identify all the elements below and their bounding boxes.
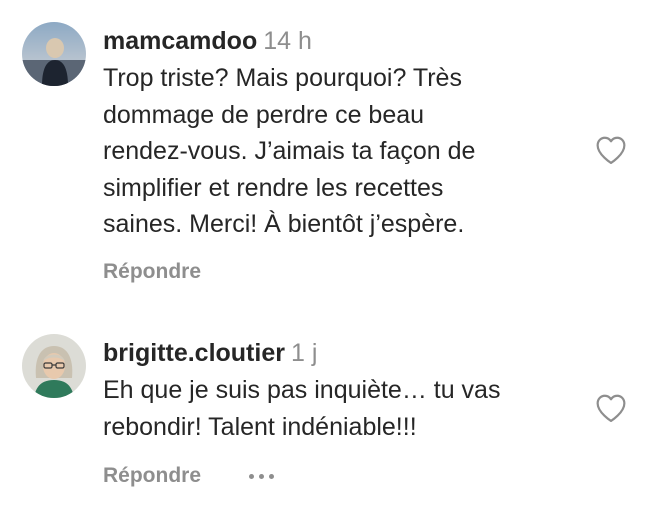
avatar-mamcamdoo[interactable]	[22, 22, 86, 86]
reply-button[interactable]: Répondre	[103, 464, 201, 488]
comment-timestamp[interactable]: 1 j	[291, 339, 317, 367]
comment-timestamp[interactable]: 14 h	[263, 27, 312, 55]
more-options-icon[interactable]	[247, 468, 276, 485]
comment-line: Eh que je suis pas inquiète… tu vas	[103, 376, 501, 404]
comment-text: Eh que je suis pas inquiète… tu vas rebo…	[103, 372, 573, 445]
avatar-brigitte-cloutier[interactable]	[22, 334, 86, 398]
comment-username[interactable]: mamcamdoo	[103, 27, 257, 55]
comment-line: rebondir! Talent indéniable!!!	[103, 412, 417, 441]
comment-username[interactable]: brigitte.cloutier	[103, 339, 285, 367]
comment-line: rendez-vous. J’aimais ta façon de	[103, 137, 476, 165]
comment-line: saines. Merci! À bientôt j’espère.	[103, 210, 465, 238]
dot	[249, 473, 255, 479]
dot	[269, 473, 275, 479]
avatar-image	[22, 334, 86, 398]
dot	[259, 473, 265, 479]
reply-button[interactable]: Répondre	[103, 260, 201, 284]
comment-line: Trop triste? Mais pourquoi? Très	[103, 64, 462, 92]
comment-line: simplifier et rendre les recettes	[103, 173, 444, 202]
comment-line: dommage de perdre ce beau	[103, 100, 425, 129]
heart-outline-icon[interactable]	[594, 135, 628, 165]
avatar-image	[22, 22, 86, 86]
heart-outline-icon[interactable]	[594, 393, 628, 423]
comment-text: Trop triste? Mais pourquoi? Très dommage…	[103, 60, 573, 243]
